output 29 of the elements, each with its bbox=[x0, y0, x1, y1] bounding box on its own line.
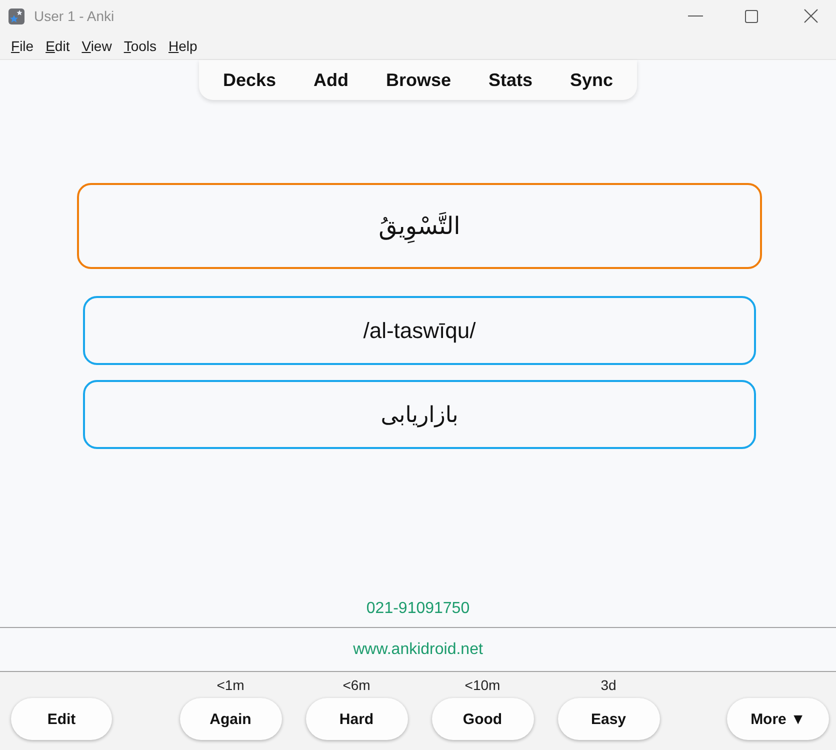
app-logo-icon bbox=[8, 8, 25, 24]
toolbar-link[interactable]: Stats bbox=[488, 68, 532, 92]
toolbar-link[interactable]: Add bbox=[314, 68, 349, 92]
window-title: User 1 - Anki bbox=[34, 8, 116, 24]
close-icon[interactable] bbox=[804, 9, 818, 23]
interval-label: <6m bbox=[342, 676, 370, 695]
card-text: /al-taswīqu/ bbox=[363, 318, 476, 344]
maximize-icon[interactable] bbox=[745, 10, 758, 22]
toolbar-link[interactable]: Decks bbox=[223, 68, 276, 92]
more-button[interactable]: More ▼ bbox=[727, 698, 829, 740]
phone-number: 021-91091750 bbox=[366, 600, 470, 618]
toolbar-link[interactable]: Browse bbox=[386, 68, 452, 92]
card-text: بازاریابی bbox=[380, 402, 458, 428]
edit-button[interactable]: Edit bbox=[11, 698, 112, 740]
toolbar-link[interactable]: Sync bbox=[570, 68, 613, 92]
answer-button[interactable]: Again bbox=[180, 698, 282, 740]
answer-button[interactable]: Hard bbox=[306, 698, 408, 740]
answer-button[interactable]: Easy bbox=[558, 698, 660, 740]
menu-item[interactable]: File bbox=[5, 36, 40, 56]
menu-item[interactable]: View bbox=[76, 36, 118, 56]
menu-item[interactable]: Tools bbox=[118, 36, 163, 56]
menu-item[interactable]: Help bbox=[162, 36, 204, 56]
website-text: www.ankidroid.net bbox=[353, 640, 483, 658]
answer-button[interactable]: Good bbox=[432, 698, 534, 740]
interval-label: <1m bbox=[216, 676, 244, 695]
interval-label: 3d bbox=[600, 676, 616, 695]
interval-label: <10m bbox=[464, 676, 500, 695]
minimize-icon[interactable] bbox=[688, 15, 703, 17]
menu-item[interactable]: Edit bbox=[40, 36, 76, 56]
